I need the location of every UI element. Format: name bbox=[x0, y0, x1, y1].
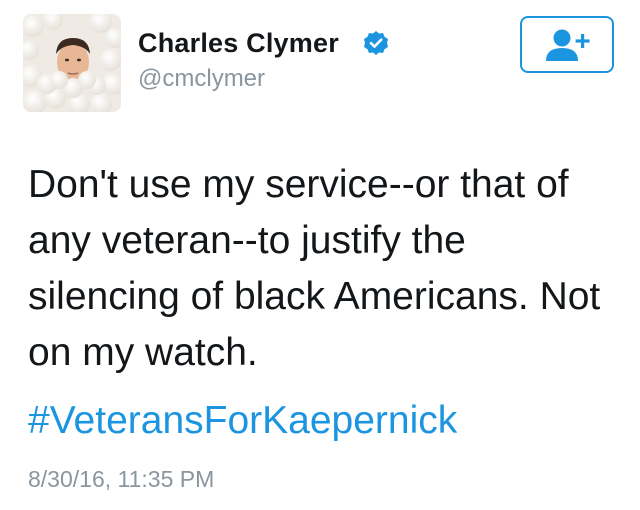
tweet-text-line: any veteran--to justify the bbox=[28, 219, 466, 262]
tweet-text-line: Don't use my service--or that of bbox=[28, 163, 569, 206]
add-user-icon bbox=[546, 29, 590, 61]
tweet-text-line: on my watch. bbox=[28, 331, 258, 374]
verified-badge-icon bbox=[364, 31, 388, 55]
tweet-card: Charles Clymer @cmclymer Don't use my se… bbox=[0, 0, 640, 510]
avatar[interactable] bbox=[23, 14, 121, 112]
tweet-timestamp[interactable]: 8/30/16, 11:35 PM bbox=[28, 466, 214, 493]
display-name[interactable]: Charles Clymer bbox=[138, 28, 339, 59]
avatar-photo-icon bbox=[23, 14, 121, 112]
tweet-text: Don't use my service--or that of any vet… bbox=[28, 157, 628, 381]
user-handle[interactable]: @cmclymer bbox=[138, 65, 265, 93]
tweet-text-line: silencing of black Americans. Not bbox=[28, 275, 601, 318]
follow-button[interactable] bbox=[520, 16, 614, 73]
hashtag-link[interactable]: #VeteransForKaepernick bbox=[28, 393, 457, 449]
